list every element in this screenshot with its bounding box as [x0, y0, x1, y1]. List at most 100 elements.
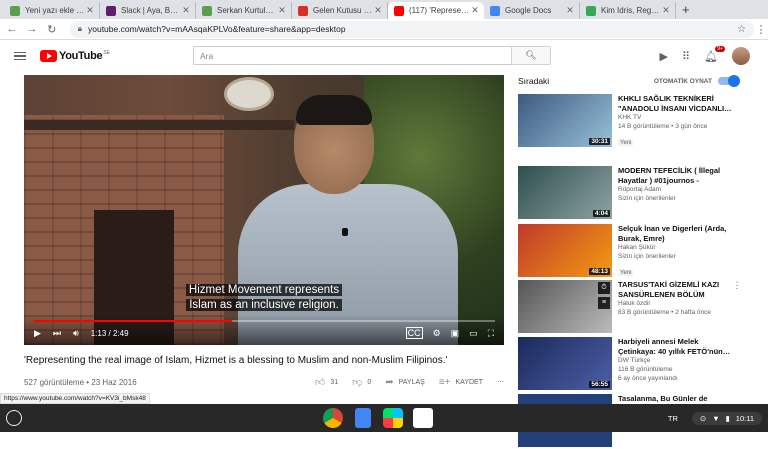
browser-menu-icon[interactable]: ⋮ — [754, 23, 768, 36]
apps-grid-icon[interactable]: ⠿ — [682, 50, 690, 63]
thumbs-down-icon: 👎︎ — [352, 377, 363, 388]
video-player[interactable]: Hizmet Movement represents Islam as an i… — [24, 75, 504, 345]
back-icon[interactable]: ← — [4, 23, 20, 35]
lapel-mic — [342, 228, 348, 236]
youtube-header: YouTube SE Ara 🔍︎ ▶ ⠿ 🔔︎ 9+ — [0, 40, 768, 72]
video-thumbnail[interactable]: 4:04 — [518, 166, 612, 219]
autoplay-label: OTOMATİK OYNAT — [653, 77, 712, 85]
close-icon[interactable]: ✕ — [470, 5, 480, 16]
close-icon[interactable]: ✕ — [565, 5, 575, 16]
dislike-button[interactable]: 👎︎ 0 — [352, 376, 371, 388]
share-icon: ➦ — [385, 376, 394, 388]
channel-name[interactable]: Röportaj Adam — [618, 185, 732, 194]
close-icon[interactable]: ✕ — [277, 5, 287, 16]
subtitles-icon[interactable]: CC — [405, 327, 423, 339]
system-tray[interactable]: TR ⊙ ▼ ▮ 10:11 — [668, 409, 762, 427]
chrome-icon[interactable] — [323, 408, 343, 428]
save-button[interactable]: ≡+ KAYDET — [439, 377, 483, 388]
miniplayer-icon[interactable]: ▣ — [451, 328, 460, 339]
fullscreen-icon[interactable]: ⛶ — [488, 328, 494, 339]
close-icon[interactable]: ✕ — [85, 5, 95, 16]
menu-icon[interactable] — [14, 51, 26, 61]
address-bar-row: ← → ↻ 🔒︎ youtube.com/watch?v=mAAsqaKPLVo… — [0, 19, 768, 40]
bookmark-star-icon[interactable]: ☆ — [737, 24, 746, 35]
subtitle-line-2: Islam as an inclusive religion. — [186, 299, 342, 311]
youtube-logo[interactable]: YouTube SE — [40, 50, 110, 62]
video-thumbnail[interactable]: ⏱ ≡ — [518, 280, 612, 333]
volume-icon[interactable]: 🔊︎ — [73, 328, 79, 339]
status-area[interactable]: ⊙ ▼ ▮ 10:11 — [691, 411, 762, 425]
channel-name[interactable]: Hakan Şükür — [618, 243, 732, 252]
create-video-icon[interactable]: ▶ — [660, 50, 668, 63]
forward-icon[interactable]: → — [24, 23, 40, 35]
time-display: 1:13 / 2:49 — [90, 328, 129, 338]
browser-tab[interactable]: Google Docs ✕ — [484, 2, 580, 19]
play-store-icon[interactable] — [383, 408, 403, 428]
docs-icon — [490, 5, 500, 16]
duration-badge: 30:31 — [589, 138, 610, 145]
browser-tab-active[interactable]: (117) 'Representin…✕ — [388, 2, 484, 19]
close-icon[interactable]: ✕ — [181, 5, 191, 16]
channel-name[interactable]: Haluk özdil — [618, 299, 732, 308]
video-title[interactable]: Tasalanma, Bu Günler de — [618, 394, 732, 404]
progress-bar[interactable] — [33, 320, 495, 322]
video-title[interactable]: Harbiyeli annesi Melek Çetinkaya: 40 yıl… — [618, 337, 732, 356]
settings-gear-icon[interactable]: ⚙ — [433, 328, 441, 339]
new-tab-button[interactable]: + — [682, 2, 690, 19]
video-info: Selçuk İnan ve Digerleri (Arda, Burak, E… — [618, 224, 732, 279]
video-thumbnail[interactable]: 48:13 — [518, 224, 612, 277]
speaker-hair — [296, 95, 372, 125]
browser-tab[interactable]: Kim Idris, Regional…✕ — [580, 2, 676, 19]
browser-tab[interactable]: Slack | Aya, Bülent…✕ — [100, 2, 196, 19]
browser-tab[interactable]: Gelen Kutusu (6.4…✕ — [292, 2, 388, 19]
video-thumbnail[interactable]: 30:31 — [518, 94, 612, 147]
link-status-bar: https://www.youtube.com/watch?v=KV3i_bMs… — [0, 393, 150, 404]
play-icon[interactable]: ▶ — [34, 328, 41, 339]
share-button[interactable]: ➦ PAYLAŞ — [385, 377, 425, 388]
recommended-video[interactable]: 56:55 Harbiyeli annesi Melek Çetinkaya: … — [518, 337, 748, 392]
more-actions-icon[interactable]: ⋯ — [497, 378, 504, 386]
thumbnail-overlay-icons: ⏱ ≡ — [598, 282, 610, 309]
video-title[interactable]: MODERN TEFECİLİK ( İllegal Hayatlar ) #0… — [618, 166, 732, 185]
url-text: youtube.com/watch?v=mAAsqaKPLVo&feature=… — [87, 24, 346, 34]
gmail-icon[interactable] — [413, 408, 433, 428]
avatar[interactable] — [732, 47, 750, 65]
theater-mode-icon[interactable]: ▭ — [469, 328, 478, 339]
video-title[interactable]: KHKLI SAĞLIK TEKNİKERİ "ANADOLU İNSANI V… — [618, 94, 732, 113]
next-icon[interactable]: ⏭︎ — [53, 328, 61, 339]
video-meta: 527 görüntüleme • 23 Haz 2016 👍︎ 31 👎︎ 0 ➦… — [24, 375, 504, 389]
slack-icon — [106, 5, 116, 16]
browser-tab[interactable]: Yeni yazı ekle ‹ TR…✕ — [4, 2, 100, 19]
channel-name[interactable]: DW Türkçe — [618, 356, 732, 365]
search-input[interactable]: Ara — [193, 46, 511, 65]
gmail-icon — [298, 5, 308, 16]
search-button[interactable]: 🔍︎ — [511, 46, 551, 65]
watch-later-icon[interactable]: ⏱ — [598, 282, 610, 294]
input-language[interactable]: TR — [668, 414, 678, 423]
search-icon: 🔍︎ — [525, 50, 537, 60]
add-to-queue-icon[interactable]: ≡ — [598, 297, 610, 309]
clock: 10:11 — [735, 413, 754, 423]
recommended-video[interactable]: 30:31 KHKLI SAĞLIK TEKNİKERİ "ANADOLU İN… — [518, 94, 748, 149]
autoplay-toggle[interactable] — [718, 75, 740, 87]
docs-icon[interactable] — [355, 408, 371, 428]
recommended-video[interactable]: 4:04 MODERN TEFECİLİK ( İllegal Hayatlar… — [518, 166, 748, 221]
browser-tab[interactable]: Serkan Kurtuluş: R…✕ — [196, 2, 292, 19]
launcher-icon[interactable] — [6, 410, 22, 426]
up-next-header: Sıradaki OTOMATİK OYNAT — [518, 72, 748, 90]
channel-name[interactable]: KHK TV — [618, 113, 732, 122]
duration-badge: 56:55 — [589, 381, 610, 388]
reload-icon[interactable]: ↻ — [44, 23, 60, 36]
close-icon[interactable]: ✕ — [661, 5, 671, 16]
address-bar[interactable]: 🔒︎ youtube.com/watch?v=mAAsqaKPLVo&featu… — [69, 20, 755, 38]
video-thumbnail[interactable]: 56:55 — [518, 337, 612, 390]
like-button[interactable]: 👍︎ 31 — [315, 376, 338, 388]
recommended-video[interactable]: ⏱ ≡ TARSUS'TAKİ GİZEMLİ KAZI SANSÜRLENEN… — [518, 280, 748, 335]
progress-fill — [33, 320, 232, 322]
close-icon[interactable]: ✕ — [373, 5, 383, 16]
recommended-video[interactable]: 48:13 Selçuk İnan ve Digerleri (Arda, Bu… — [518, 224, 748, 279]
video-title[interactable]: TARSUS'TAKİ GİZEMLİ KAZI SANSÜRLENEN BÖL… — [618, 280, 732, 299]
more-options-icon[interactable]: ⋮ — [732, 280, 742, 335]
video-title[interactable]: Selçuk İnan ve Digerleri (Arda, Burak, E… — [618, 224, 732, 243]
notifications-bell-icon[interactable]: 🔔︎ 9+ — [704, 45, 725, 63]
